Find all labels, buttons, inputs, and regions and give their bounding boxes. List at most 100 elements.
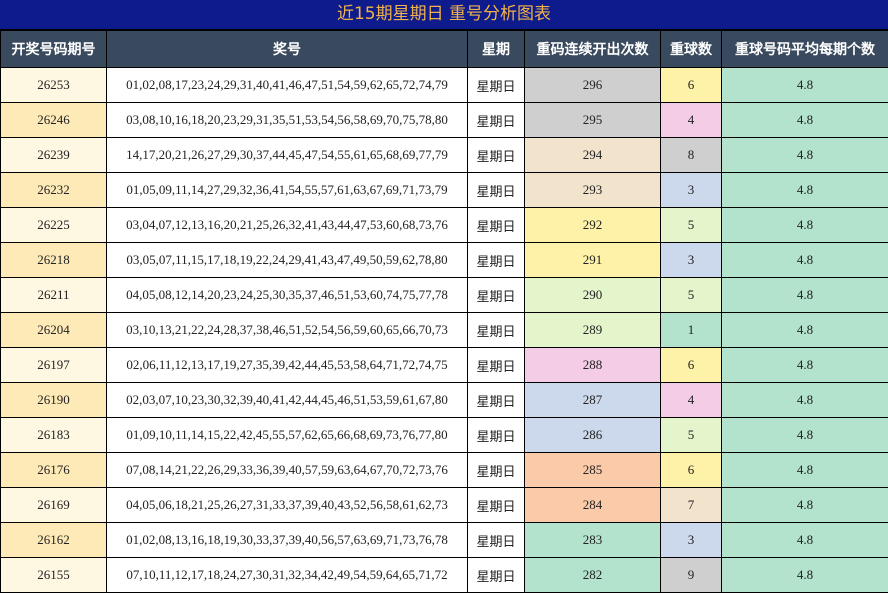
cell-balls: 3 — [661, 523, 722, 558]
table-row: 2620403,10,13,21,22,24,28,37,38,46,51,52… — [1, 313, 888, 348]
cell-repeat-count: 295 — [525, 103, 661, 138]
cell-repeat-count: 285 — [525, 453, 661, 488]
cell-numbers: 03,04,07,12,13,16,20,21,25,26,32,41,43,4… — [107, 208, 468, 243]
cell-weekday: 星期日 — [468, 488, 525, 523]
cell-period: 26253 — [1, 68, 107, 103]
cell-balls: 6 — [661, 453, 722, 488]
header-row: 开奖号码期号 奖号 星期 重码连续开出次数 重球数 重球号码平均每期个数 — [1, 31, 888, 68]
cell-balls: 1 — [661, 313, 722, 348]
cell-weekday: 星期日 — [468, 278, 525, 313]
cell-period: 26162 — [1, 523, 107, 558]
table-row: 2619702,06,11,12,13,17,19,27,35,39,42,44… — [1, 348, 888, 383]
cell-repeat-count: 288 — [525, 348, 661, 383]
cell-weekday: 星期日 — [468, 103, 525, 138]
cell-repeat-count: 282 — [525, 558, 661, 593]
cell-balls: 6 — [661, 68, 722, 103]
cell-repeat-count: 289 — [525, 313, 661, 348]
cell-repeat-count: 294 — [525, 138, 661, 173]
cell-avg: 4.8 — [722, 348, 888, 383]
cell-numbers: 01,09,10,11,14,15,22,42,45,55,57,62,65,6… — [107, 418, 468, 453]
cell-avg: 4.8 — [722, 418, 888, 453]
header-numbers: 奖号 — [107, 31, 468, 68]
cell-weekday: 星期日 — [468, 313, 525, 348]
cell-repeat-count: 287 — [525, 383, 661, 418]
cell-balls: 7 — [661, 488, 722, 523]
cell-period: 26246 — [1, 103, 107, 138]
cell-weekday: 星期日 — [468, 453, 525, 488]
cell-balls: 5 — [661, 418, 722, 453]
cell-repeat-count: 293 — [525, 173, 661, 208]
cell-period: 26197 — [1, 348, 107, 383]
cell-avg: 4.8 — [722, 243, 888, 278]
cell-period: 26239 — [1, 138, 107, 173]
cell-balls: 3 — [661, 173, 722, 208]
chart-title: 近15期星期日 重号分析图表 — [0, 0, 888, 30]
cell-avg: 4.8 — [722, 208, 888, 243]
table-row: 2624603,08,10,16,18,20,23,29,31,35,51,53… — [1, 103, 888, 138]
table-row: 2618301,09,10,11,14,15,22,42,45,55,57,62… — [1, 418, 888, 453]
table-row: 2625301,02,08,17,23,24,29,31,40,41,46,47… — [1, 68, 888, 103]
cell-period: 26218 — [1, 243, 107, 278]
cell-numbers: 01,05,09,11,14,27,29,32,36,41,54,55,57,6… — [107, 173, 468, 208]
cell-numbers: 02,03,07,10,23,30,32,39,40,41,42,44,45,4… — [107, 383, 468, 418]
cell-numbers: 03,05,07,11,15,17,18,19,22,24,29,41,43,4… — [107, 243, 468, 278]
cell-balls: 4 — [661, 103, 722, 138]
cell-repeat-count: 284 — [525, 488, 661, 523]
cell-weekday: 星期日 — [468, 383, 525, 418]
cell-avg: 4.8 — [722, 278, 888, 313]
cell-numbers: 02,06,11,12,13,17,19,27,35,39,42,44,45,5… — [107, 348, 468, 383]
cell-numbers: 03,08,10,16,18,20,23,29,31,35,51,53,54,5… — [107, 103, 468, 138]
cell-numbers: 03,10,13,21,22,24,28,37,38,46,51,52,54,5… — [107, 313, 468, 348]
table-row: 2615507,10,11,12,17,18,24,27,30,31,32,34… — [1, 558, 888, 593]
table-row: 2616201,02,08,13,16,18,19,30,33,37,39,40… — [1, 523, 888, 558]
cell-numbers: 01,02,08,17,23,24,29,31,40,41,46,47,51,5… — [107, 68, 468, 103]
header-weekday: 星期 — [468, 31, 525, 68]
cell-avg: 4.8 — [722, 138, 888, 173]
cell-avg: 4.8 — [722, 103, 888, 138]
cell-numbers: 01,02,08,13,16,18,19,30,33,37,39,40,56,5… — [107, 523, 468, 558]
cell-repeat-count: 296 — [525, 68, 661, 103]
cell-weekday: 星期日 — [468, 173, 525, 208]
cell-weekday: 星期日 — [468, 348, 525, 383]
cell-avg: 4.8 — [722, 558, 888, 593]
cell-period: 26183 — [1, 418, 107, 453]
cell-avg: 4.8 — [722, 383, 888, 418]
cell-avg: 4.8 — [722, 488, 888, 523]
cell-repeat-count: 283 — [525, 523, 661, 558]
cell-period: 26155 — [1, 558, 107, 593]
cell-repeat-count: 292 — [525, 208, 661, 243]
table-row: 2616904,05,06,18,21,25,26,27,31,33,37,39… — [1, 488, 888, 523]
cell-period: 26169 — [1, 488, 107, 523]
cell-period: 26204 — [1, 313, 107, 348]
cell-balls: 6 — [661, 348, 722, 383]
table-row: 2617607,08,14,21,22,26,29,33,36,39,40,57… — [1, 453, 888, 488]
header-repeat-count: 重码连续开出次数 — [525, 31, 661, 68]
cell-balls: 3 — [661, 243, 722, 278]
cell-numbers: 07,08,14,21,22,26,29,33,36,39,40,57,59,6… — [107, 453, 468, 488]
cell-repeat-count: 286 — [525, 418, 661, 453]
table-row: 2619002,03,07,10,23,30,32,39,40,41,42,44… — [1, 383, 888, 418]
cell-weekday: 星期日 — [468, 558, 525, 593]
cell-balls: 8 — [661, 138, 722, 173]
cell-avg: 4.8 — [722, 523, 888, 558]
cell-numbers: 14,17,20,21,26,27,29,30,37,44,45,47,54,5… — [107, 138, 468, 173]
cell-avg: 4.8 — [722, 453, 888, 488]
cell-weekday: 星期日 — [468, 418, 525, 453]
header-period: 开奖号码期号 — [1, 31, 107, 68]
cell-period: 26190 — [1, 383, 107, 418]
cell-weekday: 星期日 — [468, 68, 525, 103]
cell-balls: 4 — [661, 383, 722, 418]
cell-period: 26176 — [1, 453, 107, 488]
header-balls: 重球数 — [661, 31, 722, 68]
cell-period: 26225 — [1, 208, 107, 243]
cell-weekday: 星期日 — [468, 138, 525, 173]
cell-balls: 9 — [661, 558, 722, 593]
repeat-analysis-table: 开奖号码期号 奖号 星期 重码连续开出次数 重球数 重球号码平均每期个数 262… — [0, 30, 888, 593]
header-avg: 重球号码平均每期个数 — [722, 31, 888, 68]
cell-repeat-count: 290 — [525, 278, 661, 313]
cell-weekday: 星期日 — [468, 208, 525, 243]
cell-numbers: 04,05,08,12,14,20,23,24,25,30,35,37,46,5… — [107, 278, 468, 313]
cell-balls: 5 — [661, 208, 722, 243]
cell-avg: 4.8 — [722, 173, 888, 208]
analysis-page: 近15期星期日 重号分析图表 开奖号码期号 奖号 星期 重码连续开出次数 重球数… — [0, 0, 888, 591]
